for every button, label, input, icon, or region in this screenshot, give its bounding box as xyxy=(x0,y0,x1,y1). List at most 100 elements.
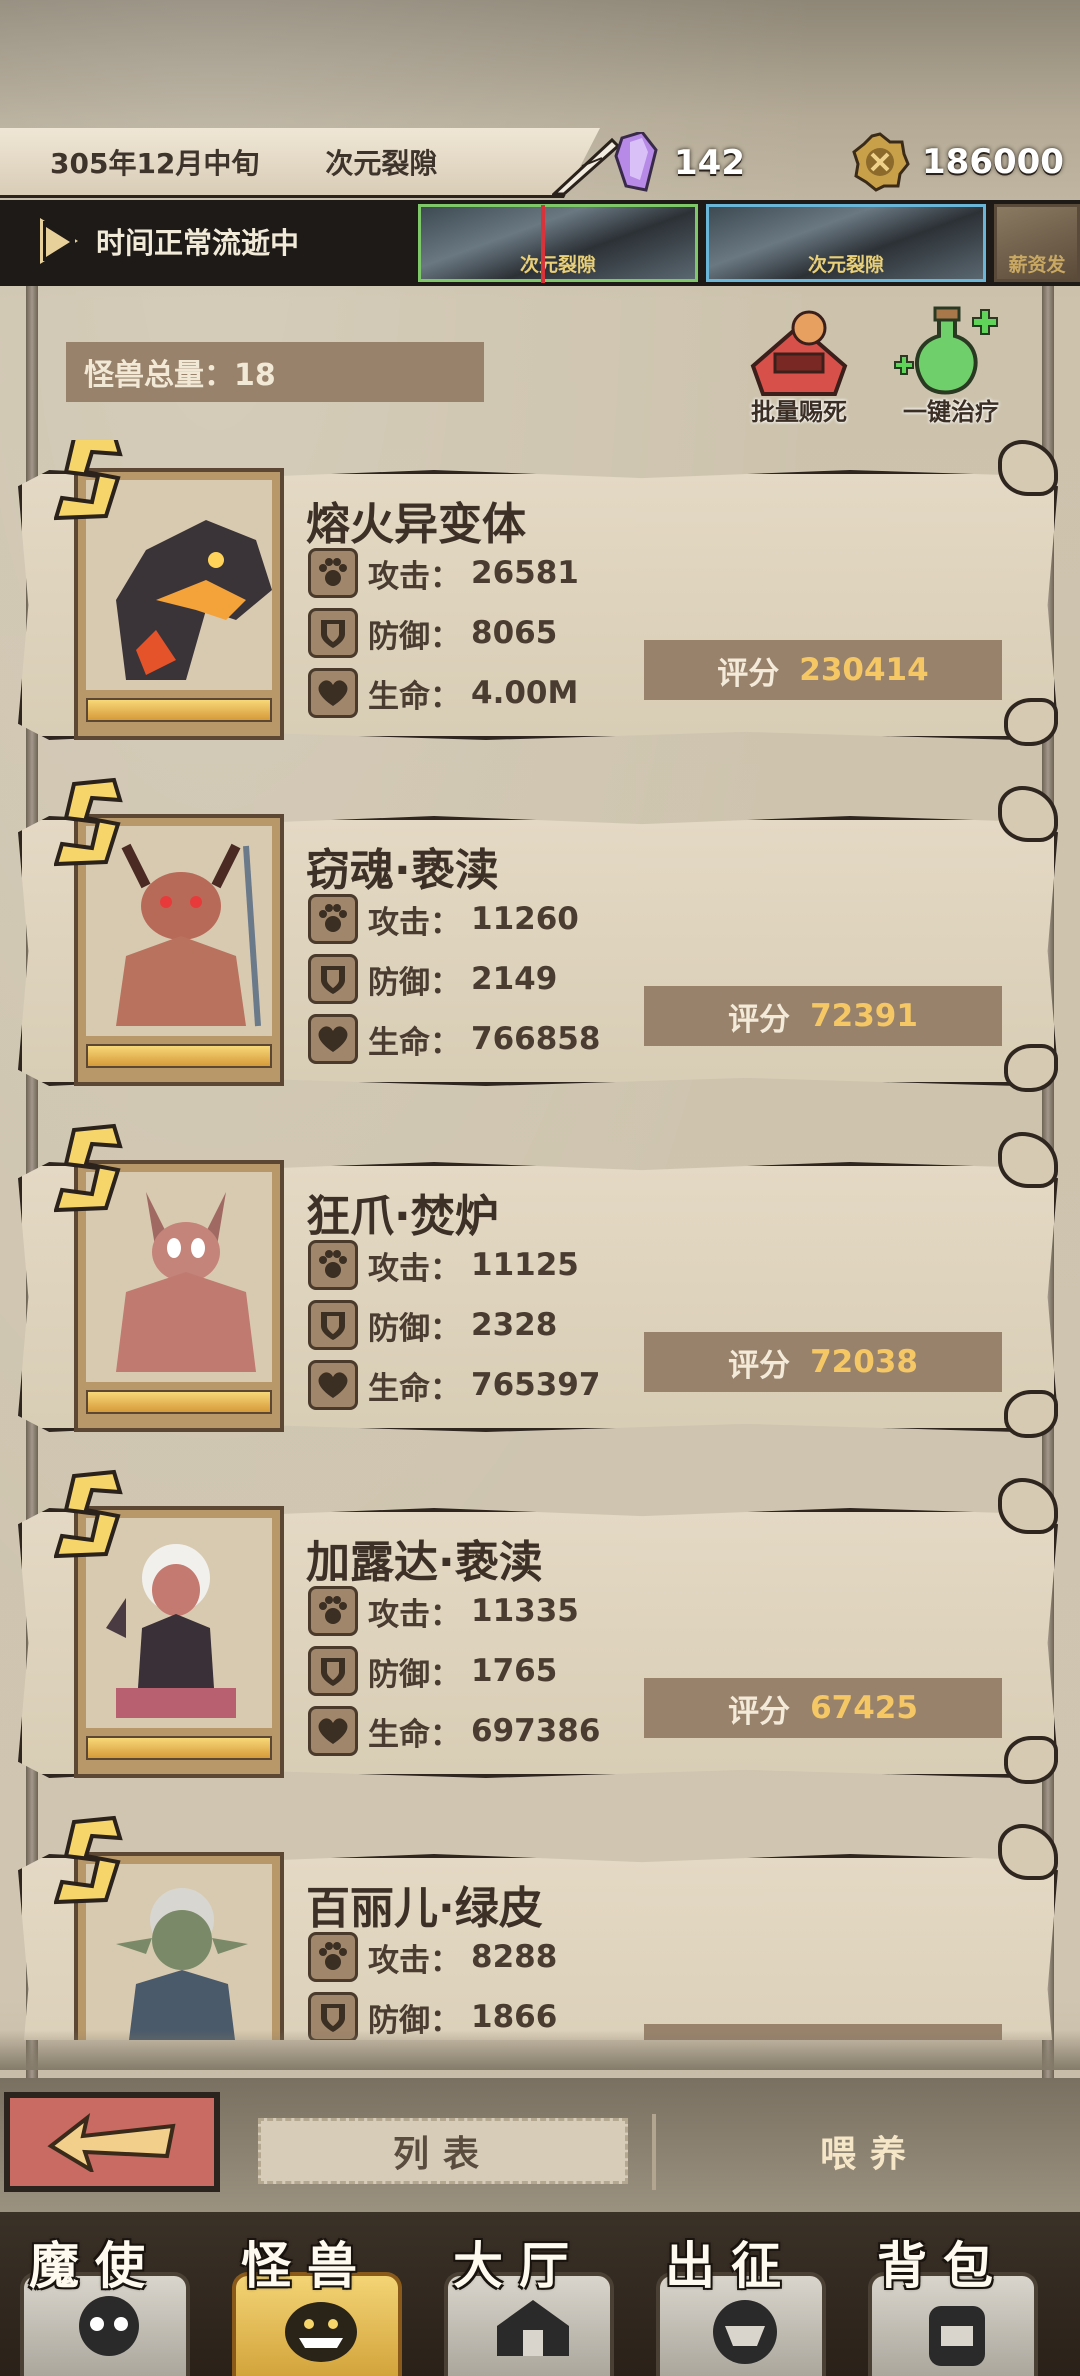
tab-divider xyxy=(652,2114,656,2190)
score-box: 评分 67425 xyxy=(644,1678,1002,1738)
gold-coin-icon xyxy=(852,132,910,192)
heart-icon xyxy=(308,1014,358,1064)
event-thumbnail-3[interactable]: 薪资发 xyxy=(994,204,1080,282)
paw-icon xyxy=(308,1932,358,1982)
s-rank-icon xyxy=(54,1469,123,1559)
event-thumbnail-label: 次元裂隙 xyxy=(519,254,596,276)
attack-value: 11125 xyxy=(471,1247,579,1283)
guillotine-icon xyxy=(750,310,848,396)
attack-value: 8288 xyxy=(471,1939,558,1975)
hp-value: 697386 xyxy=(471,1713,601,1749)
scroll-curl xyxy=(998,786,1058,842)
monster-card[interactable]: 熔火异变体 攻击： 26581 防御： 8065 生命： 4.00M 评分 23… xyxy=(18,440,1058,752)
attack-label: 攻击： xyxy=(368,1596,461,1633)
nav-item-expedition[interactable]: 出征 xyxy=(636,2212,826,2376)
rarity-bar xyxy=(86,1390,272,1414)
control-bar: 列表 喂养 xyxy=(0,2078,1080,2212)
score-value: 72038 xyxy=(810,1344,918,1380)
nav-label: 怪兽 xyxy=(241,2237,373,2295)
scroll-curl xyxy=(998,1824,1058,1880)
defense-stat: 防御： 8065 xyxy=(308,608,557,658)
time-bar: 时间正常流逝中 次元裂隙 次元裂隙 薪资发 xyxy=(0,200,1080,286)
skull-icon xyxy=(79,2296,139,2356)
time-control[interactable]: 时间正常流逝中 xyxy=(40,218,299,264)
crystal-icon xyxy=(614,132,658,192)
monster-card[interactable]: 窃魂·亵渎 攻击： 11260 防御： 2149 生命： 766858 评分 7… xyxy=(18,777,1058,1098)
event-thumbnail-2[interactable]: 次元裂隙 xyxy=(706,204,986,282)
shield-icon xyxy=(308,1646,358,1696)
gold-counter[interactable]: 186000 xyxy=(850,132,1064,192)
hp-stat: 生命： 697386 xyxy=(308,1706,600,1756)
lobby-icon xyxy=(497,2300,569,2356)
event-thumbnail-label: 次元裂隙 xyxy=(807,254,884,276)
event-thumbnail-1[interactable]: 次元裂隙 xyxy=(418,204,698,283)
nav-item-envoy[interactable]: 魔使 xyxy=(0,2212,190,2376)
nav-label: 出征 xyxy=(665,2237,797,2295)
shield-icon xyxy=(308,954,358,1004)
defense-value: 2328 xyxy=(471,1307,558,1343)
score-label: 评分 xyxy=(728,1001,791,1038)
scroll-curl xyxy=(1004,1044,1058,1092)
current-location: 次元裂隙 xyxy=(325,146,438,180)
hp-value: 765397 xyxy=(471,1367,601,1403)
monster-name: 窃魂·亵渎 xyxy=(306,845,499,896)
attack-value: 11260 xyxy=(471,901,579,937)
attack-label: 攻击： xyxy=(368,1942,461,1979)
heart-icon xyxy=(308,1360,358,1410)
nav-item-lobby[interactable]: 大厅 xyxy=(424,2212,614,2376)
back-button[interactable] xyxy=(4,2092,220,2192)
attack-value: 11335 xyxy=(471,1593,579,1629)
heal-all-label: 一键治疗 xyxy=(903,398,999,426)
list-fade xyxy=(0,2030,1080,2070)
gold-count: 186000 xyxy=(922,142,1064,182)
hp-stat: 生命： 765397 xyxy=(308,1360,600,1410)
defense-value: 1765 xyxy=(471,1653,558,1689)
nav-label: 魔使 xyxy=(29,2237,161,2295)
event-thumbnail-label: 薪资发 xyxy=(1008,254,1066,276)
heal-all-button[interactable]: 一键治疗 xyxy=(876,306,1026,427)
gem-counter[interactable]: 142 xyxy=(612,132,745,194)
defense-stat: 防御： 2328 xyxy=(308,1300,557,1350)
monster-name: 加露达·亵渎 xyxy=(306,1537,543,1588)
gem-count: 142 xyxy=(674,143,745,183)
rarity-bar xyxy=(86,698,272,722)
bottom-nav: 魔使 怪兽 大厅 出征 背包 xyxy=(0,2212,1080,2376)
monster-list[interactable]: 熔火异变体 攻击： 26581 防御： 8065 生命： 4.00M 评分 23… xyxy=(0,440,1080,2040)
hp-label: 生命： xyxy=(368,678,461,715)
attack-stat: 攻击： 11335 xyxy=(308,1586,579,1636)
monster-card[interactable]: 百丽儿·绿皮 攻击： 8288 防御： 1866 评分 64705 xyxy=(18,1815,1058,2040)
play-icon[interactable] xyxy=(40,218,78,264)
monster-card[interactable]: 狂爪·焚炉 攻击： 11125 防御： 2328 生命： 765397 评分 7… xyxy=(18,1123,1058,1444)
defense-label: 防御： xyxy=(368,1310,461,1347)
score-value: 72391 xyxy=(810,998,918,1034)
back-arrow-icon xyxy=(47,2113,176,2172)
date-banner: 305年12月中旬 次元裂隙 xyxy=(0,128,600,198)
monster-name: 百丽儿·绿皮 xyxy=(306,1883,543,1934)
defense-stat: 防御： 1765 xyxy=(308,1646,557,1696)
nav-item-backpack[interactable]: 背包 xyxy=(848,2212,1038,2376)
defense-label: 防御： xyxy=(368,1656,461,1693)
attack-stat: 攻击： 8288 xyxy=(308,1932,557,1982)
batch-kill-button[interactable]: 批量赐死 xyxy=(724,306,874,427)
shield-icon xyxy=(308,1300,358,1350)
nav-label: 大厅 xyxy=(453,2237,585,2295)
monster-name: 狂爪·焚炉 xyxy=(306,1191,499,1242)
score-label: 评分 xyxy=(717,655,780,692)
score-value: 230414 xyxy=(799,652,929,688)
top-status-bar: 305年12月中旬 次元裂隙 142 186000 xyxy=(0,128,1080,198)
rarity-bar xyxy=(86,1736,272,1760)
tab-list[interactable]: 列表 xyxy=(258,2118,628,2184)
time-status: 时间正常流逝中 xyxy=(96,226,300,260)
s-rank-icon xyxy=(54,1815,123,1905)
monster-name: 熔火异变体 xyxy=(306,499,526,550)
defense-label: 防御： xyxy=(368,964,461,1001)
defense-label: 防御： xyxy=(368,618,461,655)
s-rank-icon xyxy=(54,777,123,867)
scroll-curl xyxy=(998,1132,1058,1188)
tab-feed[interactable]: 喂养 xyxy=(760,2118,980,2184)
scroll-curl xyxy=(1004,1390,1058,1438)
score-label: 评分 xyxy=(728,1347,791,1384)
nav-item-monsters[interactable]: 怪兽 xyxy=(212,2212,402,2376)
monster-card[interactable]: 加露达·亵渎 攻击： 11335 防御： 1765 生命： 697386 评分 … xyxy=(18,1469,1058,1790)
attack-value: 26581 xyxy=(471,555,579,591)
